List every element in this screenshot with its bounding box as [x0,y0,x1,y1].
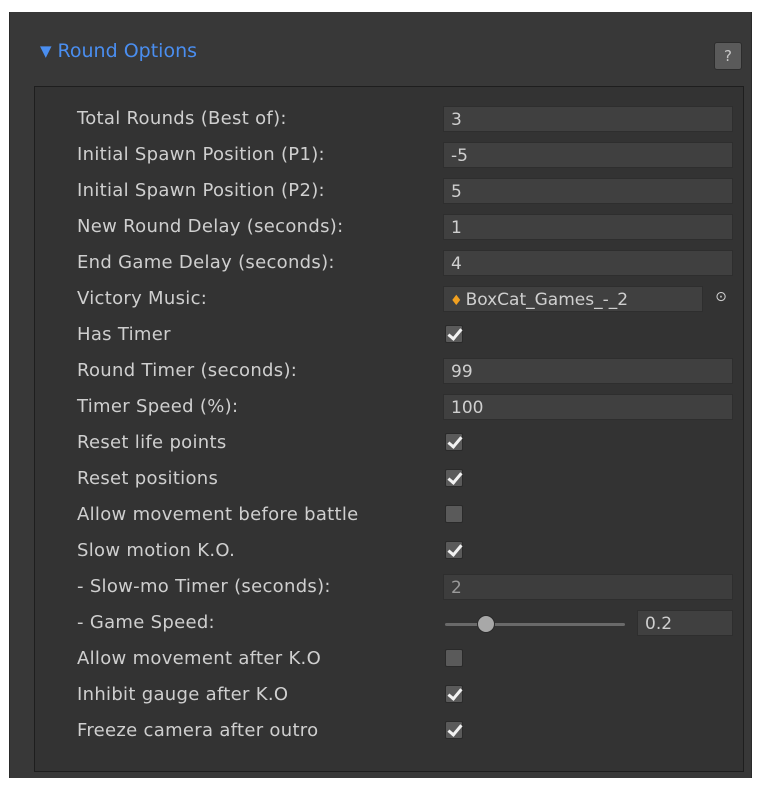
row-end-game-delay: End Game Delay (seconds): 4 [35,248,743,278]
section-header: ▼ Round Options ? [10,12,751,86]
game-speed-field[interactable]: 0.2 [637,610,733,636]
row-allow-move-before: Allow movement before battle [35,500,743,530]
audio-clip-icon: ♦ [450,293,463,309]
game-speed-slider-track[interactable] [445,623,625,626]
reset-positions-checkbox[interactable] [445,469,463,487]
end-game-delay-label: End Game Delay (seconds): [77,252,335,273]
has-timer-label: Has Timer [77,324,171,345]
timer-speed-label: Timer Speed (%): [77,396,239,417]
row-spawn-p1: Initial Spawn Position (P1): -5 [35,140,743,170]
object-picker-icon[interactable]: ⊙ [713,289,729,305]
round-options-foldout[interactable]: ▼ Round Options [40,40,197,62]
spawn-p2-field[interactable]: 5 [443,178,733,204]
allow-move-after-checkbox[interactable] [445,649,463,667]
row-timer-speed: Timer Speed (%): 100 [35,392,743,422]
row-spawn-p2: Initial Spawn Position (P2): 5 [35,176,743,206]
spawn-p1-label: Initial Spawn Position (P1): [77,144,325,165]
spawn-p2-label: Initial Spawn Position (P2): [77,180,325,201]
reset-positions-label: Reset positions [77,468,219,489]
total-rounds-label: Total Rounds (Best of): [77,108,287,129]
row-reset-positions: Reset positions [35,464,743,494]
section-title: Round Options [57,40,198,62]
total-rounds-field[interactable]: 3 [443,106,733,132]
victory-music-value: BoxCat_Games_-_2 [465,290,629,310]
round-timer-field[interactable]: 99 [443,358,733,384]
inhibit-gauge-checkbox[interactable] [445,685,463,703]
end-game-delay-field[interactable]: 4 [443,250,733,276]
slowmo-timer-label: - Slow-mo Timer (seconds): [77,576,331,597]
row-slowmo-timer: - Slow-mo Timer (seconds): 2 [35,572,743,602]
row-new-round-delay: New Round Delay (seconds): 1 [35,212,743,242]
row-slow-motion-ko: Slow motion K.O. [35,536,743,566]
inhibit-gauge-label: Inhibit gauge after K.O [77,684,289,705]
round-timer-label: Round Timer (seconds): [77,360,298,381]
help-button[interactable]: ? [714,42,742,70]
reset-life-label: Reset life points [77,432,227,453]
row-allow-move-after: Allow movement after K.O [35,644,743,674]
slow-motion-ko-label: Slow motion K.O. [77,540,236,561]
allow-move-before-label: Allow movement before battle [77,504,359,525]
game-speed-slider-thumb[interactable] [477,615,496,633]
row-round-timer: Round Timer (seconds): 99 [35,356,743,386]
row-has-timer: Has Timer [35,320,743,350]
row-freeze-camera: Freeze camera after outro [35,716,743,746]
inspector-window: ▼ Round Options ? Total Rounds (Best of)… [9,12,752,778]
timer-speed-field[interactable]: 100 [443,394,733,420]
allow-move-after-label: Allow movement after K.O [77,648,322,669]
new-round-delay-label: New Round Delay (seconds): [77,216,344,237]
victory-music-field[interactable]: ♦ BoxCat_Games_-_2 [443,286,703,312]
row-inhibit-gauge: Inhibit gauge after K.O [35,680,743,710]
row-victory-music: Victory Music: ♦ BoxCat_Games_-_2 ⊙ [35,284,743,314]
new-round-delay-field[interactable]: 1 [443,214,733,240]
slow-motion-ko-checkbox[interactable] [445,541,463,559]
reset-life-checkbox[interactable] [445,433,463,451]
freeze-camera-checkbox[interactable] [445,721,463,739]
row-reset-life: Reset life points [35,428,743,458]
freeze-camera-label: Freeze camera after outro [77,720,319,741]
allow-move-before-checkbox[interactable] [445,505,463,523]
spawn-p1-field[interactable]: -5 [443,142,733,168]
row-total-rounds: Total Rounds (Best of): 3 [35,104,743,134]
row-game-speed: - Game Speed: 0.2 [35,608,743,638]
has-timer-checkbox[interactable] [445,325,463,343]
game-speed-label: - Game Speed: [77,612,215,633]
triangle-down-icon: ▼ [40,42,52,60]
round-options-panel: Total Rounds (Best of): 3 Initial Spawn … [34,86,744,772]
slowmo-timer-field[interactable]: 2 [443,574,733,600]
victory-music-label: Victory Music: [77,288,208,309]
